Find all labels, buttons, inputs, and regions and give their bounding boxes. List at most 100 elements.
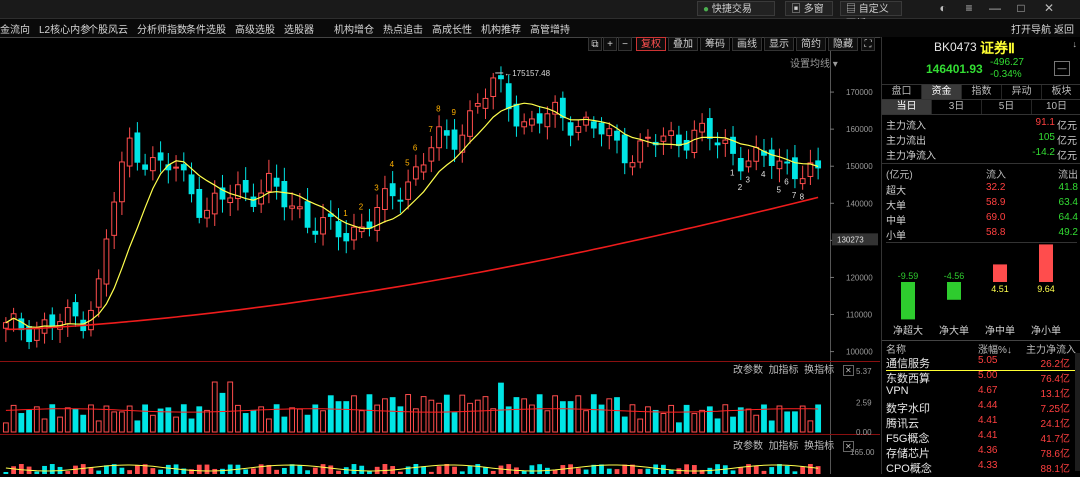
sub2-change-indicator[interactable]: 换指标 bbox=[804, 441, 834, 452]
menu-item-fund-flow[interactable]: 金流向 bbox=[0, 21, 30, 36]
sub2-add-indicator[interactable]: 加指标 bbox=[769, 441, 799, 452]
copy-icon[interactable]: ⧉ bbox=[588, 37, 602, 51]
tab-sector[interactable]: 板块 bbox=[1042, 85, 1080, 99]
menu-item-analyst-index[interactable]: 分析师指数 bbox=[137, 21, 187, 36]
sector-net: 24.1亿 bbox=[1040, 419, 1070, 430]
volume-bar bbox=[258, 406, 265, 433]
candle-body bbox=[95, 278, 102, 308]
main-netflow-row: 主力净流入 -14.2 亿元 bbox=[886, 147, 1077, 162]
volume-bar bbox=[242, 413, 249, 433]
menu-item-l2-core[interactable]: L2核心内参 bbox=[39, 21, 90, 36]
td-count-label: 1 bbox=[730, 168, 735, 177]
hide-button[interactable]: 隐藏 bbox=[828, 37, 858, 51]
menu-item-hot-topics[interactable]: 热点追击 bbox=[383, 21, 423, 36]
tab-handicap[interactable]: 盘口 bbox=[882, 85, 922, 99]
sector-header-pct[interactable]: 涨幅%↓ bbox=[978, 341, 1012, 356]
menu-item-stock-storm[interactable]: 个股风云 bbox=[88, 21, 128, 36]
sector-row[interactable]: 腾讯云 4.41 24.1亿 bbox=[886, 415, 1078, 430]
menu-item-stock-screener[interactable]: 选股器 bbox=[284, 21, 314, 36]
overlay-button[interactable]: 叠加 bbox=[668, 37, 698, 51]
display-button[interactable]: 显示 bbox=[764, 37, 794, 51]
sub2-bar bbox=[165, 464, 171, 474]
volume-bar bbox=[490, 408, 497, 433]
tab-anomaly[interactable]: 异动 bbox=[1002, 85, 1042, 99]
size-label: 大单 bbox=[886, 201, 906, 212]
close-icon[interactable]: ✕ bbox=[842, 440, 854, 452]
menu-item-inst-increase[interactable]: 机构增仓 bbox=[334, 21, 374, 36]
sub2-bar bbox=[18, 464, 24, 474]
sub1-add-indicator[interactable]: 加指标 bbox=[769, 365, 799, 376]
volume-bar bbox=[467, 402, 473, 433]
td-count-label: 7 bbox=[792, 191, 797, 200]
sub2-bar bbox=[552, 470, 558, 474]
menu-item-high-growth[interactable]: 高成长性 bbox=[432, 21, 472, 36]
maximize-icon[interactable]: □ bbox=[1012, 1, 1030, 16]
candle-body bbox=[614, 130, 620, 141]
tab-5day[interactable]: 5日 bbox=[982, 100, 1032, 114]
sector-row[interactable]: VPN 4.67 13.1亿 bbox=[886, 385, 1078, 400]
menu-icon[interactable]: ≡ bbox=[960, 1, 978, 16]
tab-funds[interactable]: 资金 bbox=[922, 85, 962, 99]
zoom-in-icon[interactable]: + bbox=[603, 37, 617, 51]
back-link[interactable]: 返回 bbox=[1054, 21, 1074, 36]
kline-chart-svg[interactable]: ←175157.48 1234 5678 91234567 8 17000016000… bbox=[0, 37, 880, 474]
main-inflow-unit: 亿元 bbox=[1057, 121, 1077, 132]
candle-body bbox=[149, 157, 156, 172]
ma-settings-link[interactable]: 设置均线 ▾ bbox=[790, 55, 838, 70]
panel-arrow-icon[interactable]: ↓ bbox=[1073, 39, 1078, 49]
chips-button[interactable]: 筹码 bbox=[700, 37, 730, 51]
volume-bar bbox=[33, 406, 40, 433]
candle-body bbox=[343, 233, 350, 242]
collapse-button[interactable]: — bbox=[1054, 61, 1070, 76]
skin-icon[interactable]: ◐ bbox=[934, 1, 952, 16]
candle-body bbox=[142, 164, 149, 170]
fullscreen-icon[interactable]: ⛶ bbox=[861, 37, 875, 51]
sector-header-name: 名称 bbox=[886, 345, 906, 356]
sector-row[interactable]: 存储芯片 4.36 78.6亿 bbox=[886, 445, 1078, 460]
sector-row[interactable]: 通信服务 5.05 26.2亿 bbox=[886, 355, 1078, 371]
minimize-icon[interactable]: — bbox=[986, 1, 1004, 16]
tab-3day[interactable]: 3日 bbox=[932, 100, 982, 114]
menu-item-exec-increase[interactable]: 高管增持 bbox=[530, 21, 570, 36]
main-inflow-label: 主力流入 bbox=[886, 121, 926, 132]
candle-body bbox=[64, 307, 71, 325]
zoom-out-icon[interactable]: − bbox=[618, 37, 632, 51]
menu-item-condition-pick[interactable]: 条件选股 bbox=[186, 21, 226, 36]
sub2-bar bbox=[49, 464, 55, 474]
sub1-change-indicator[interactable]: 换指标 bbox=[804, 365, 834, 376]
sub1-edit-params[interactable]: 改参数 bbox=[733, 365, 763, 376]
volume-bar bbox=[459, 394, 466, 433]
draw-line-button[interactable]: 画线 bbox=[732, 37, 762, 51]
quick-trade-button[interactable]: ● 快捷交易F12 bbox=[697, 1, 775, 30]
close-icon[interactable]: ✕ bbox=[842, 364, 854, 376]
size-in: 58.9 bbox=[986, 197, 1006, 208]
td-count-label: 5 bbox=[776, 185, 781, 194]
simple-button[interactable]: 简约 bbox=[796, 37, 826, 51]
main-outflow-label: 主力流出 bbox=[886, 136, 926, 147]
sector-row[interactable]: F5G概念 4.41 41.7亿 bbox=[886, 430, 1078, 445]
candle-body bbox=[242, 180, 249, 193]
sub2-bar bbox=[529, 465, 535, 474]
tab-today[interactable]: 当日 bbox=[882, 100, 932, 114]
volume-bar bbox=[119, 411, 125, 433]
sector-row[interactable]: 数字水印 4.44 7.25亿 bbox=[886, 400, 1078, 415]
menu-item-inst-recommend[interactable]: 机构推荐 bbox=[481, 21, 521, 36]
sub2-edit-params[interactable]: 改参数 bbox=[733, 441, 763, 452]
kline-chart-panel[interactable]: ←175157.48 12345678912345678 170000 16000… bbox=[0, 37, 880, 474]
sector-row[interactable]: CPO概念 4.33 88.1亿 bbox=[886, 460, 1078, 475]
sector-header-net[interactable]: 主力净流入 bbox=[1026, 341, 1076, 356]
main-outflow-row: 主力流出 105 亿元 bbox=[886, 132, 1077, 147]
tab-10day[interactable]: 10日 bbox=[1032, 100, 1080, 114]
tab-index[interactable]: 指数 bbox=[962, 85, 1002, 99]
candle-body bbox=[250, 196, 257, 207]
multi-window-button[interactable]: ▣ 多窗口 bbox=[785, 1, 833, 30]
custom-panel-button[interactable]: ▤ 自定义面板 bbox=[840, 1, 902, 30]
adjust-button[interactable]: 复权 bbox=[636, 37, 666, 51]
candle-body bbox=[722, 139, 729, 144]
close-icon[interactable]: ✕ bbox=[1040, 1, 1058, 16]
candle-body bbox=[428, 147, 435, 162]
open-navigation-link[interactable]: 打开导航 bbox=[1011, 21, 1051, 36]
sector-scrollbar[interactable] bbox=[1075, 353, 1080, 471]
sector-row[interactable]: 东数西算 5.00 76.4亿 bbox=[886, 370, 1078, 385]
menu-item-advanced-pick[interactable]: 高级选股 bbox=[235, 21, 275, 36]
